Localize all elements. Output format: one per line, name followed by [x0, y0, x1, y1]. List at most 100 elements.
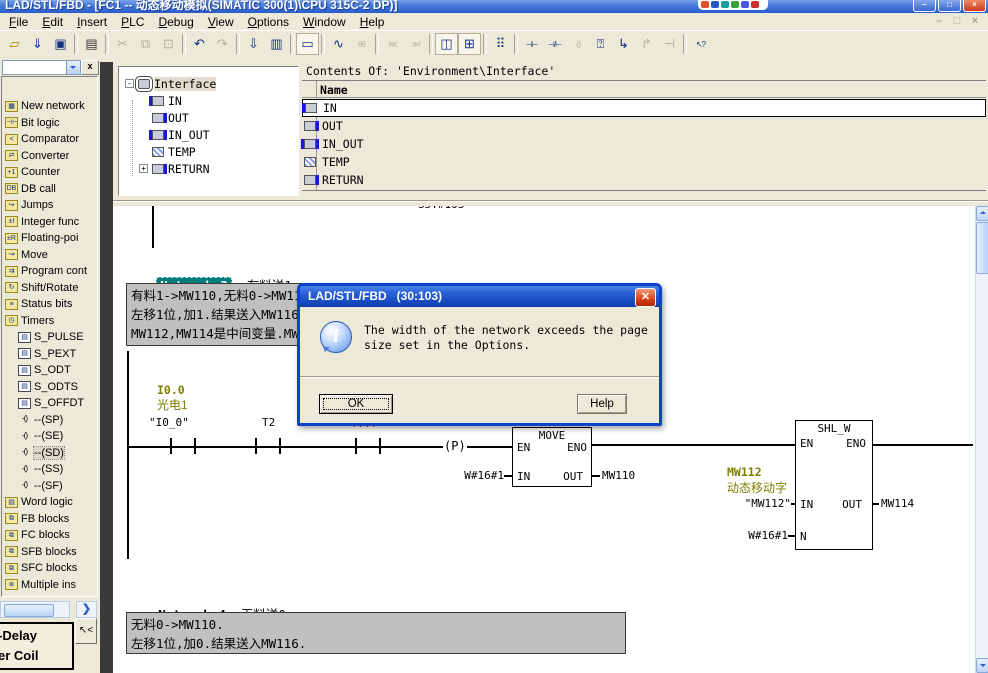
sidebar-item-sfb-blocks[interactable]: ⧉ SFB blocks: [2, 544, 97, 561]
toolbar-button-save-download[interactable]: ⇓: [26, 33, 49, 55]
sidebar-item-shift-rotate[interactable]: ↻ Shift/Rotate: [2, 280, 97, 297]
interface-node-out[interactable]: OUT: [119, 109, 298, 126]
toolbar-button-close-branch[interactable]: ↱: [635, 33, 658, 55]
pane-close-icon[interactable]: x: [81, 60, 99, 75]
toolbar-button-print[interactable]: ▤: [80, 33, 103, 55]
sidebar-item-sp[interactable]: -() --(SP): [2, 412, 97, 429]
sidebar-item-sd[interactable]: -() --(SD): [2, 445, 97, 462]
toolbar-button-symbol-table[interactable]: ▭: [296, 33, 319, 55]
sidebar-item-timers[interactable]: ◷ Timers: [2, 313, 97, 330]
shl-n-value[interactable]: W#16#1: [712, 529, 788, 542]
sidebar-item-move[interactable]: ↝ Move: [2, 247, 97, 264]
toolbar-button-monitor-glasses[interactable]: 66: [350, 33, 373, 55]
contact2-operand[interactable]: T2: [262, 416, 275, 429]
sidebar-item-db-call[interactable]: DB DB call: [2, 181, 97, 198]
sidebar-item-bit-logic[interactable]: ⊣⊢ Bit logic: [2, 115, 97, 132]
scroll-down-icon[interactable]: [976, 658, 988, 673]
sidebar-item-ss[interactable]: -() --(SS): [2, 461, 97, 478]
move-in-pin[interactable]: IN: [517, 470, 530, 483]
toolbar-button-contact-no[interactable]: ⊣⊢: [520, 33, 543, 55]
menu-file[interactable]: File: [2, 14, 35, 30]
chevron-down-icon[interactable]: [66, 60, 81, 75]
mdi-minimize-button[interactable]: –: [932, 15, 946, 27]
dialog-title-bar[interactable]: LAD/STL/FBD (30:103): [300, 286, 659, 307]
ok-button[interactable]: OK: [319, 394, 393, 414]
shl-out-value[interactable]: MW114: [881, 497, 914, 510]
move-in-value[interactable]: W#16#1: [440, 469, 504, 482]
menu-help[interactable]: Help: [353, 14, 392, 30]
sidebar-item-counter[interactable]: +1 Counter: [2, 164, 97, 181]
sidebar-item-multiple-ins[interactable]: ⧈ Multiple ins: [2, 577, 97, 594]
toolbar-button-download-to-plc[interactable]: ⇩: [242, 33, 265, 55]
sidebar-item-s-offdt[interactable]: ▤ S_OFFDT: [2, 395, 97, 412]
shl-w-block[interactable]: SHL_W EN ENO IN OUT N: [795, 420, 873, 550]
scrollbar-thumb[interactable]: [976, 222, 988, 274]
sidebar-item-s-odt[interactable]: ▤ S_ODT: [2, 362, 97, 379]
expand-icon[interactable]: +: [139, 164, 148, 173]
positive-edge-coil[interactable]: (P): [443, 439, 467, 453]
sidebar-item-fb-blocks[interactable]: ⧉ FB blocks: [2, 511, 97, 528]
sidebar-item-status-bits[interactable]: ≡ Status bits: [2, 296, 97, 313]
toolbar-button-save[interactable]: ▣: [49, 33, 72, 55]
mdi-restore-button[interactable]: □: [950, 15, 964, 27]
help-button[interactable]: Help: [577, 394, 627, 414]
toolbar-button-cut[interactable]: ✂: [111, 33, 134, 55]
toolbar-button-contact-nc[interactable]: ⊣/⊢: [543, 33, 566, 55]
toolbar-button-program-elements-toggle[interactable]: ◫: [435, 33, 458, 55]
toolbar-button-overview-toggle[interactable]: ⊞: [458, 33, 481, 55]
shl-en-pin[interactable]: EN: [800, 437, 813, 450]
sidebar-item-sf[interactable]: -() --(SF): [2, 478, 97, 495]
toolbar-button-monitor[interactable]: ▥: [265, 33, 288, 55]
menu-edit[interactable]: Edit: [35, 14, 70, 30]
interface-root-row[interactable]: - Interface: [119, 67, 298, 92]
editor-vertical-scrollbar[interactable]: [975, 206, 988, 673]
toolbar-button-open[interactable]: ▱: [3, 33, 26, 55]
network4-comment[interactable]: 无料0->MW110. 左移1位,加0.结果送入MW116.: [126, 612, 626, 654]
minimize-button[interactable]: –: [913, 0, 936, 12]
toolbar-button-empty-box[interactable]: ⍰: [589, 33, 612, 55]
contact1-address[interactable]: I0.0: [157, 383, 185, 397]
toolbar-button-paste[interactable]: ⊡: [157, 33, 180, 55]
sidebar-item-comparator[interactable]: < Comparator: [2, 131, 97, 148]
toolbar-button-connections[interactable]: ∿: [327, 33, 350, 55]
sidebar-item-s-odts[interactable]: ▤ S_ODTS: [2, 379, 97, 396]
sidebar-item-program-cont[interactable]: ⇉ Program cont: [2, 263, 97, 280]
toolbar-button-previous-error[interactable]: !≪: [381, 33, 404, 55]
move-out-pin[interactable]: OUT: [563, 470, 583, 483]
shl-address[interactable]: MW112: [727, 465, 762, 479]
interface-node-in-out[interactable]: IN_OUT: [119, 126, 298, 143]
sidebar-item-word-logic[interactable]: ▤ Word logic: [2, 494, 97, 511]
pane-selector-combo[interactable]: [2, 60, 67, 75]
contact2-icon[interactable]: [255, 438, 257, 454]
row-temp[interactable]: TEMP: [302, 153, 986, 171]
move-block[interactable]: MOVE EN ENO IN OUT: [512, 427, 592, 487]
sidebar-horizontal-scrollbar[interactable]: [0, 601, 70, 618]
close-button[interactable]: ×: [963, 0, 986, 12]
interface-node-temp[interactable]: TEMP: [119, 143, 298, 160]
declaration-editor-splitter[interactable]: [113, 200, 988, 202]
shl-in-pin[interactable]: IN: [800, 498, 813, 511]
toolbar-button-next-error[interactable]: ≫!: [404, 33, 427, 55]
contact1-operand[interactable]: "I0_0": [149, 416, 189, 429]
menu-options[interactable]: Options: [241, 14, 296, 30]
scroll-right-arrow-icon[interactable]: ❯: [76, 601, 97, 618]
interface-node-in[interactable]: IN: [119, 92, 298, 109]
shl-n-pin[interactable]: N: [800, 530, 807, 543]
sidebar-item-s-pulse[interactable]: ▤ S_PULSE: [2, 329, 97, 346]
sidebar-item-integer-func[interactable]: ±I Integer func: [2, 214, 97, 231]
pane-splitter[interactable]: [100, 62, 113, 673]
title-bar[interactable]: LAD/STL/FBD - [FC1 -- 动态移动模拟(SIMATIC 300…: [0, 0, 988, 13]
scroll-up-icon[interactable]: [976, 206, 988, 221]
row-in[interactable]: IN: [302, 99, 986, 117]
sidebar-item-floating-poi[interactable]: ±R Floating-poi: [2, 230, 97, 247]
pane-flip-button[interactable]: ↖<: [75, 618, 97, 644]
menu-plc[interactable]: PLC: [114, 14, 151, 30]
collapse-icon[interactable]: -: [125, 79, 134, 88]
row-in-out[interactable]: IN_OUT: [302, 135, 986, 153]
menu-debug[interactable]: Debug: [151, 14, 200, 30]
sidebar-item-jumps[interactable]: ↪ Jumps: [2, 197, 97, 214]
sidebar-item-converter[interactable]: ⇄ Converter: [2, 148, 97, 165]
toolbar-button-new-network[interactable]: ⠿: [489, 33, 512, 55]
move-eno-pin[interactable]: ENO: [567, 441, 587, 454]
sidebar-item-sfc-blocks[interactable]: ⧉ SFC blocks: [2, 560, 97, 577]
